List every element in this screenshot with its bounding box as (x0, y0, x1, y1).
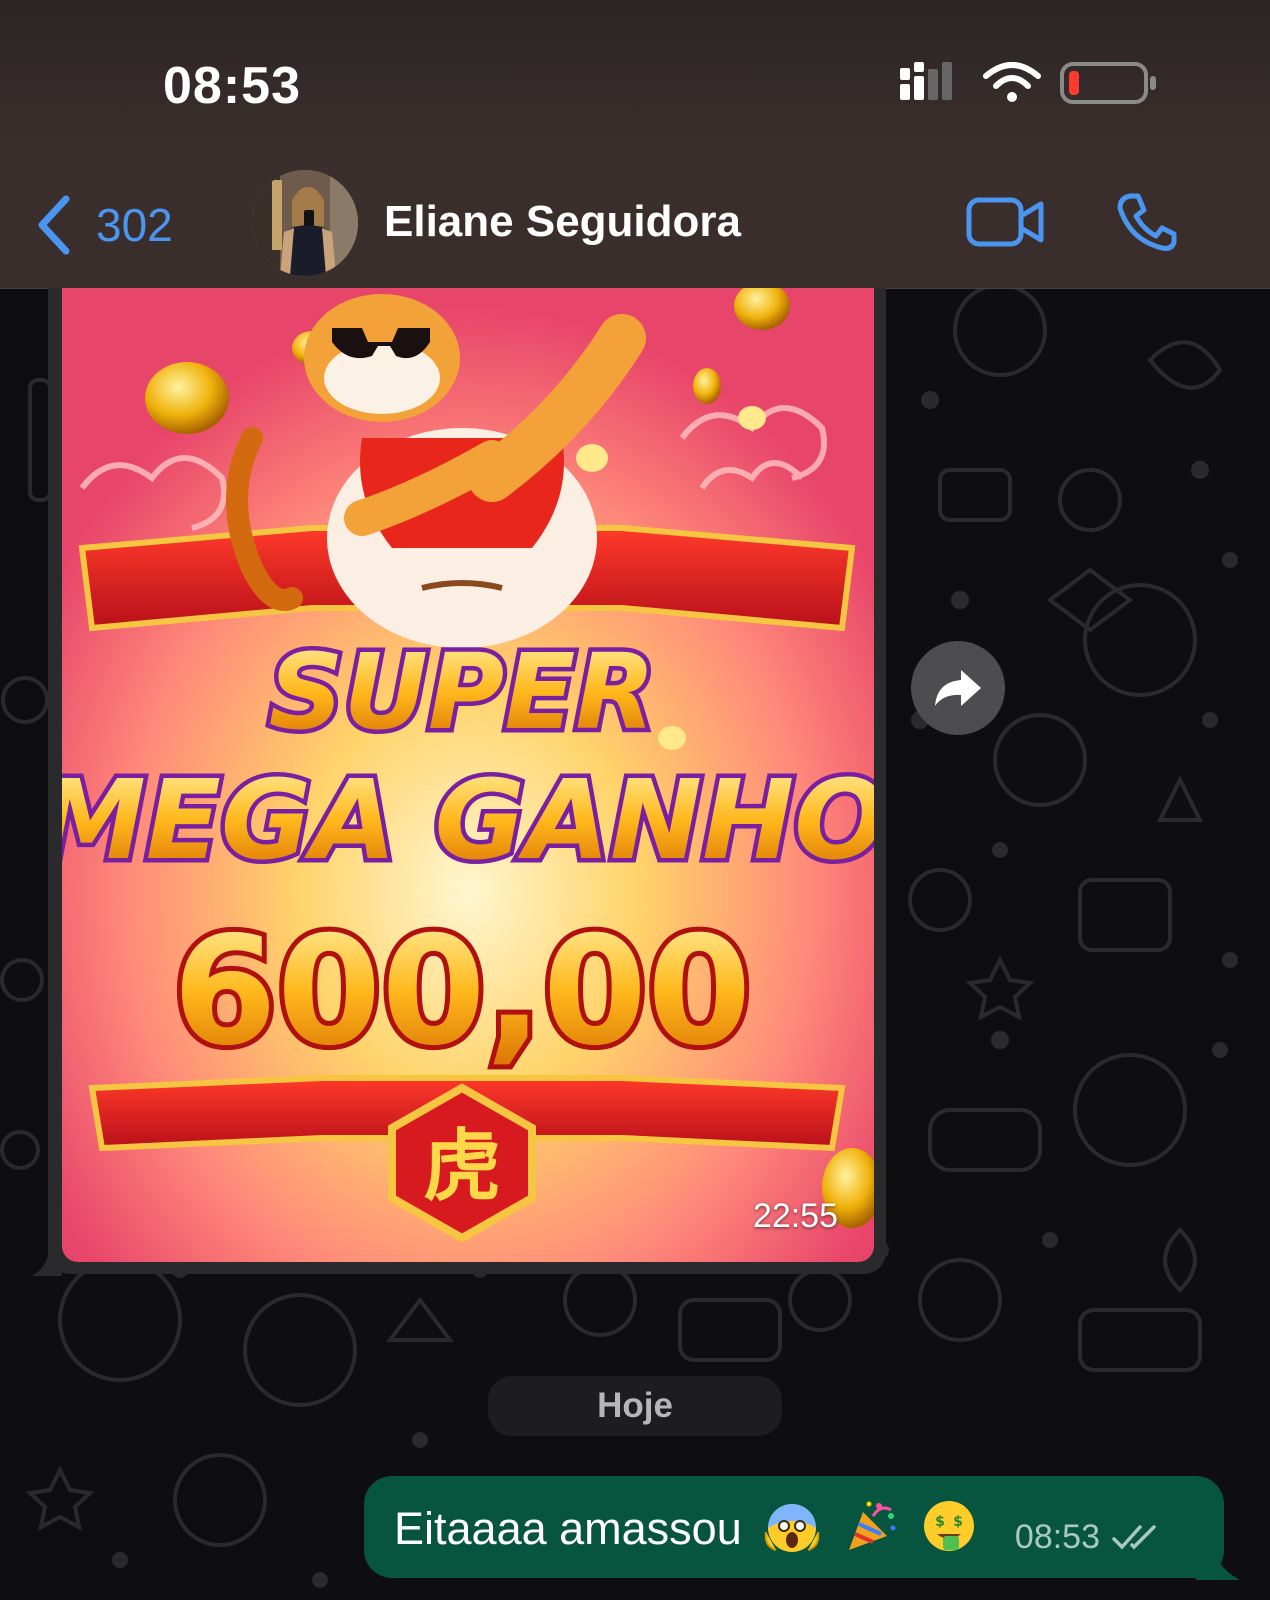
contact-avatar[interactable] (252, 170, 358, 276)
battery-low-icon (1060, 62, 1156, 104)
forward-button[interactable] (911, 641, 1005, 735)
status-icons (900, 62, 1170, 112)
video-call-button[interactable] (966, 196, 1044, 248)
back-button[interactable]: 302 (36, 190, 206, 260)
scream-emoji (764, 1504, 820, 1552)
svg-text:$: $ (935, 1514, 945, 1530)
date-divider: Hoje (488, 1376, 782, 1436)
forward-arrow-icon (935, 670, 981, 706)
chevron-left-icon (38, 195, 70, 255)
voice-call-button[interactable] (1116, 192, 1178, 252)
video-call-icon (966, 197, 1044, 247)
shared-image-super-mega-ganho[interactable]: SUPER MEGA GANHO 600,00 虎 22:55 (62, 288, 874, 1262)
image-title-line1: SUPER (269, 631, 656, 753)
cellular-signal-icon (900, 62, 952, 100)
outgoing-message-text: Eitaaaa amassou (394, 1503, 742, 1554)
image-timestamp: 22:55 (752, 1197, 838, 1235)
money-mouth-emoji: $ $ (924, 1501, 975, 1551)
phone-call-icon (1117, 193, 1177, 251)
image-badge-char: 虎 (423, 1122, 501, 1212)
status-time: 08:53 (163, 57, 301, 115)
party-popper-emoji (848, 1501, 896, 1550)
svg-text:$: $ (953, 1514, 963, 1530)
outgoing-message-text-row: Eitaaaa amassou $ $ (394, 1498, 977, 1555)
outgoing-message-meta: 08:53 (1015, 1518, 1162, 1557)
outgoing-message-time: 08:53 (1014, 1518, 1100, 1556)
chat-header: 08:53 302 Eliane Seguidora (0, 0, 1270, 289)
image-title-line2: MEGA GANHO (62, 756, 874, 884)
unread-count: 302 (96, 199, 173, 251)
wifi-icon (983, 62, 1041, 102)
contact-name[interactable]: Eliane Seguidora (384, 197, 741, 247)
outgoing-message-bubble[interactable]: Eitaaaa amassou $ $ 08:53 (364, 1476, 1224, 1578)
image-amount: 600,00 (173, 905, 752, 1079)
double-check-icon (1112, 1524, 1156, 1550)
